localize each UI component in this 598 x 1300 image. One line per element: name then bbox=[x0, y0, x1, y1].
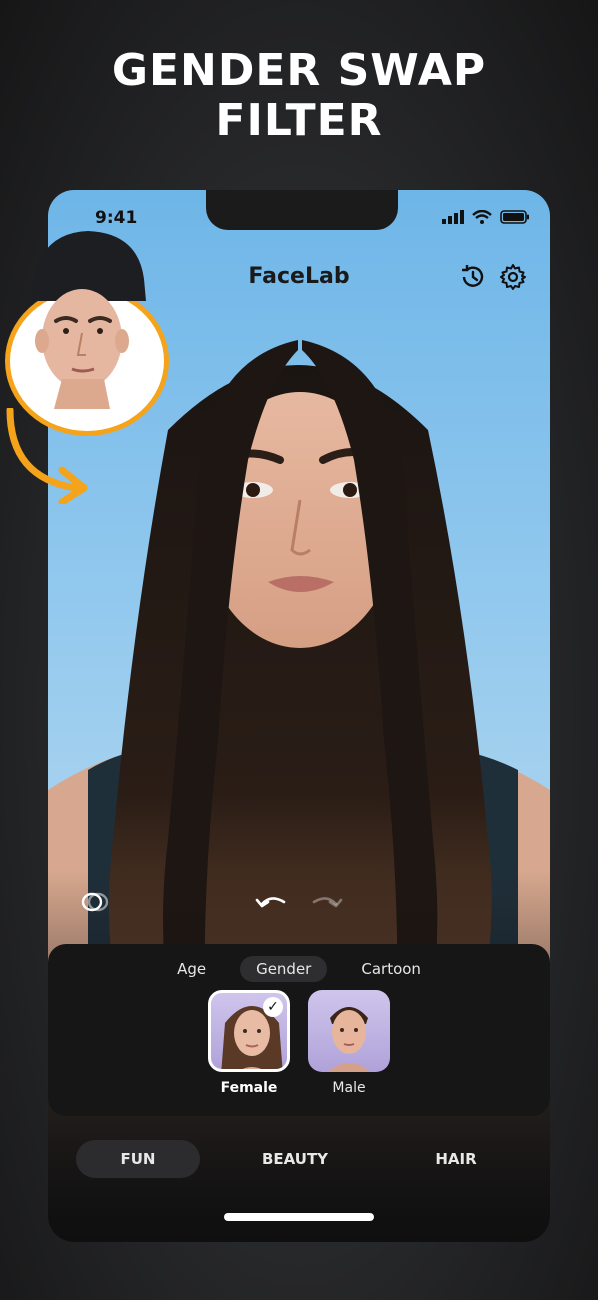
tab-age[interactable]: Age bbox=[161, 956, 222, 982]
status-icons bbox=[442, 210, 530, 224]
male-thumbnail bbox=[308, 990, 390, 1072]
option-female-label: Female bbox=[220, 1080, 278, 1096]
redo-icon[interactable] bbox=[310, 890, 344, 914]
promo-headline: GENDER SWAP FILTER bbox=[0, 46, 598, 146]
promo-headline-line2: FILTER bbox=[215, 95, 383, 146]
gear-icon[interactable] bbox=[498, 262, 528, 292]
compare-icon[interactable] bbox=[80, 890, 110, 914]
tab-cartoon[interactable]: Cartoon bbox=[345, 956, 437, 982]
status-time: 9:41 bbox=[95, 208, 138, 228]
option-male[interactable]: Male bbox=[308, 990, 390, 1096]
before-man-image bbox=[30, 231, 146, 409]
filter-tabs: Age Gender Cartoon bbox=[48, 956, 550, 982]
category-hair[interactable]: HAIR bbox=[408, 1140, 504, 1178]
option-female[interactable]: ✓ Female bbox=[208, 990, 290, 1096]
phone-notch bbox=[206, 190, 398, 230]
category-beauty[interactable]: BEAUTY bbox=[242, 1140, 348, 1178]
checkmark-icon: ✓ bbox=[263, 997, 283, 1017]
option-male-label: Male bbox=[332, 1080, 366, 1096]
battery-icon bbox=[500, 210, 529, 224]
tab-gender[interactable]: Gender bbox=[240, 956, 328, 982]
male-face-image bbox=[328, 1007, 370, 1072]
wifi-icon bbox=[472, 210, 492, 224]
home-indicator bbox=[224, 1213, 374, 1221]
category-fun[interactable]: FUN bbox=[76, 1140, 200, 1178]
arrow-icon bbox=[6, 408, 88, 504]
filter-panel: Age Gender Cartoon ✓ Female Male bbox=[48, 944, 550, 1116]
history-icon[interactable] bbox=[458, 262, 488, 292]
category-bar: FUN BEAUTY HAIR bbox=[48, 1140, 550, 1178]
female-thumbnail: ✓ bbox=[208, 990, 290, 1072]
signal-icon bbox=[442, 210, 464, 224]
promo-headline-line1: GENDER SWAP bbox=[111, 45, 487, 96]
undo-icon[interactable] bbox=[254, 890, 288, 914]
